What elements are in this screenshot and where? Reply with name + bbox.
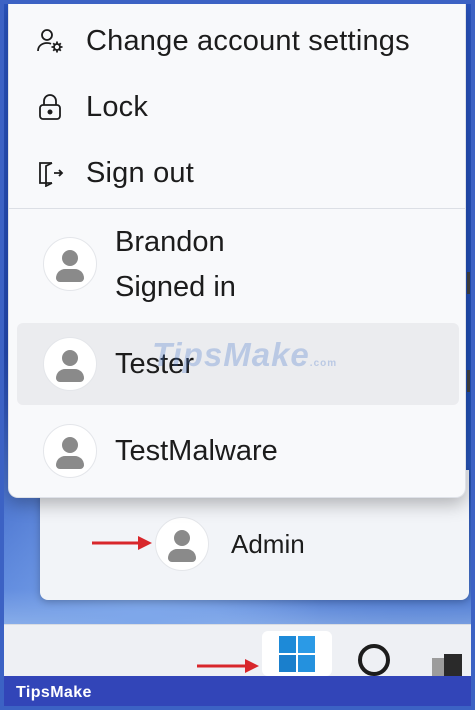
sign-out-item[interactable]: Sign out [9,141,465,205]
user-avatar-icon [43,237,97,291]
lock-icon [35,92,65,122]
user-status: Signed in [115,271,236,303]
menu-item-label: Lock [86,90,149,123]
watermark: TipsMake.com [152,336,338,373]
current-user-name: Admin [231,528,305,559]
footer-brand: TipsMake [16,684,92,701]
user-avatar-icon [155,517,209,571]
task-view-button[interactable] [428,648,464,676]
start-button[interactable] [262,631,332,676]
task-view-icon [432,654,462,676]
sign-out-icon [35,158,65,188]
account-flyout-menu: Change account settings Lock Sign out Br… [8,0,466,498]
user-name: Brandon [115,226,225,258]
user-item-testmalware[interactable]: TestMalware [17,410,459,492]
annotation-arrow-admin [92,536,152,550]
menu-item-label: Sign out [86,156,195,189]
annotation-arrow-start [197,659,259,673]
lock-item[interactable]: Lock [9,75,465,139]
person-gear-icon [35,26,65,56]
current-user-button[interactable]: Admin [155,515,305,573]
scrollbar-tick [467,272,470,294]
user-avatar-icon [43,337,97,391]
user-avatar-icon [43,424,97,478]
windows-logo-icon [279,635,315,672]
user-name: TestMalware [115,435,278,467]
menu-item-label: Change account settings [86,24,410,57]
footer-bar: TipsMake [0,676,475,710]
change-account-settings-item[interactable]: Change account settings [9,9,465,73]
scrollbar-tick [467,370,470,392]
search-button[interactable] [352,640,396,676]
menu-divider [9,208,465,209]
search-icon [358,644,390,676]
user-item-brandon[interactable]: Brandon Signed in [17,218,459,310]
